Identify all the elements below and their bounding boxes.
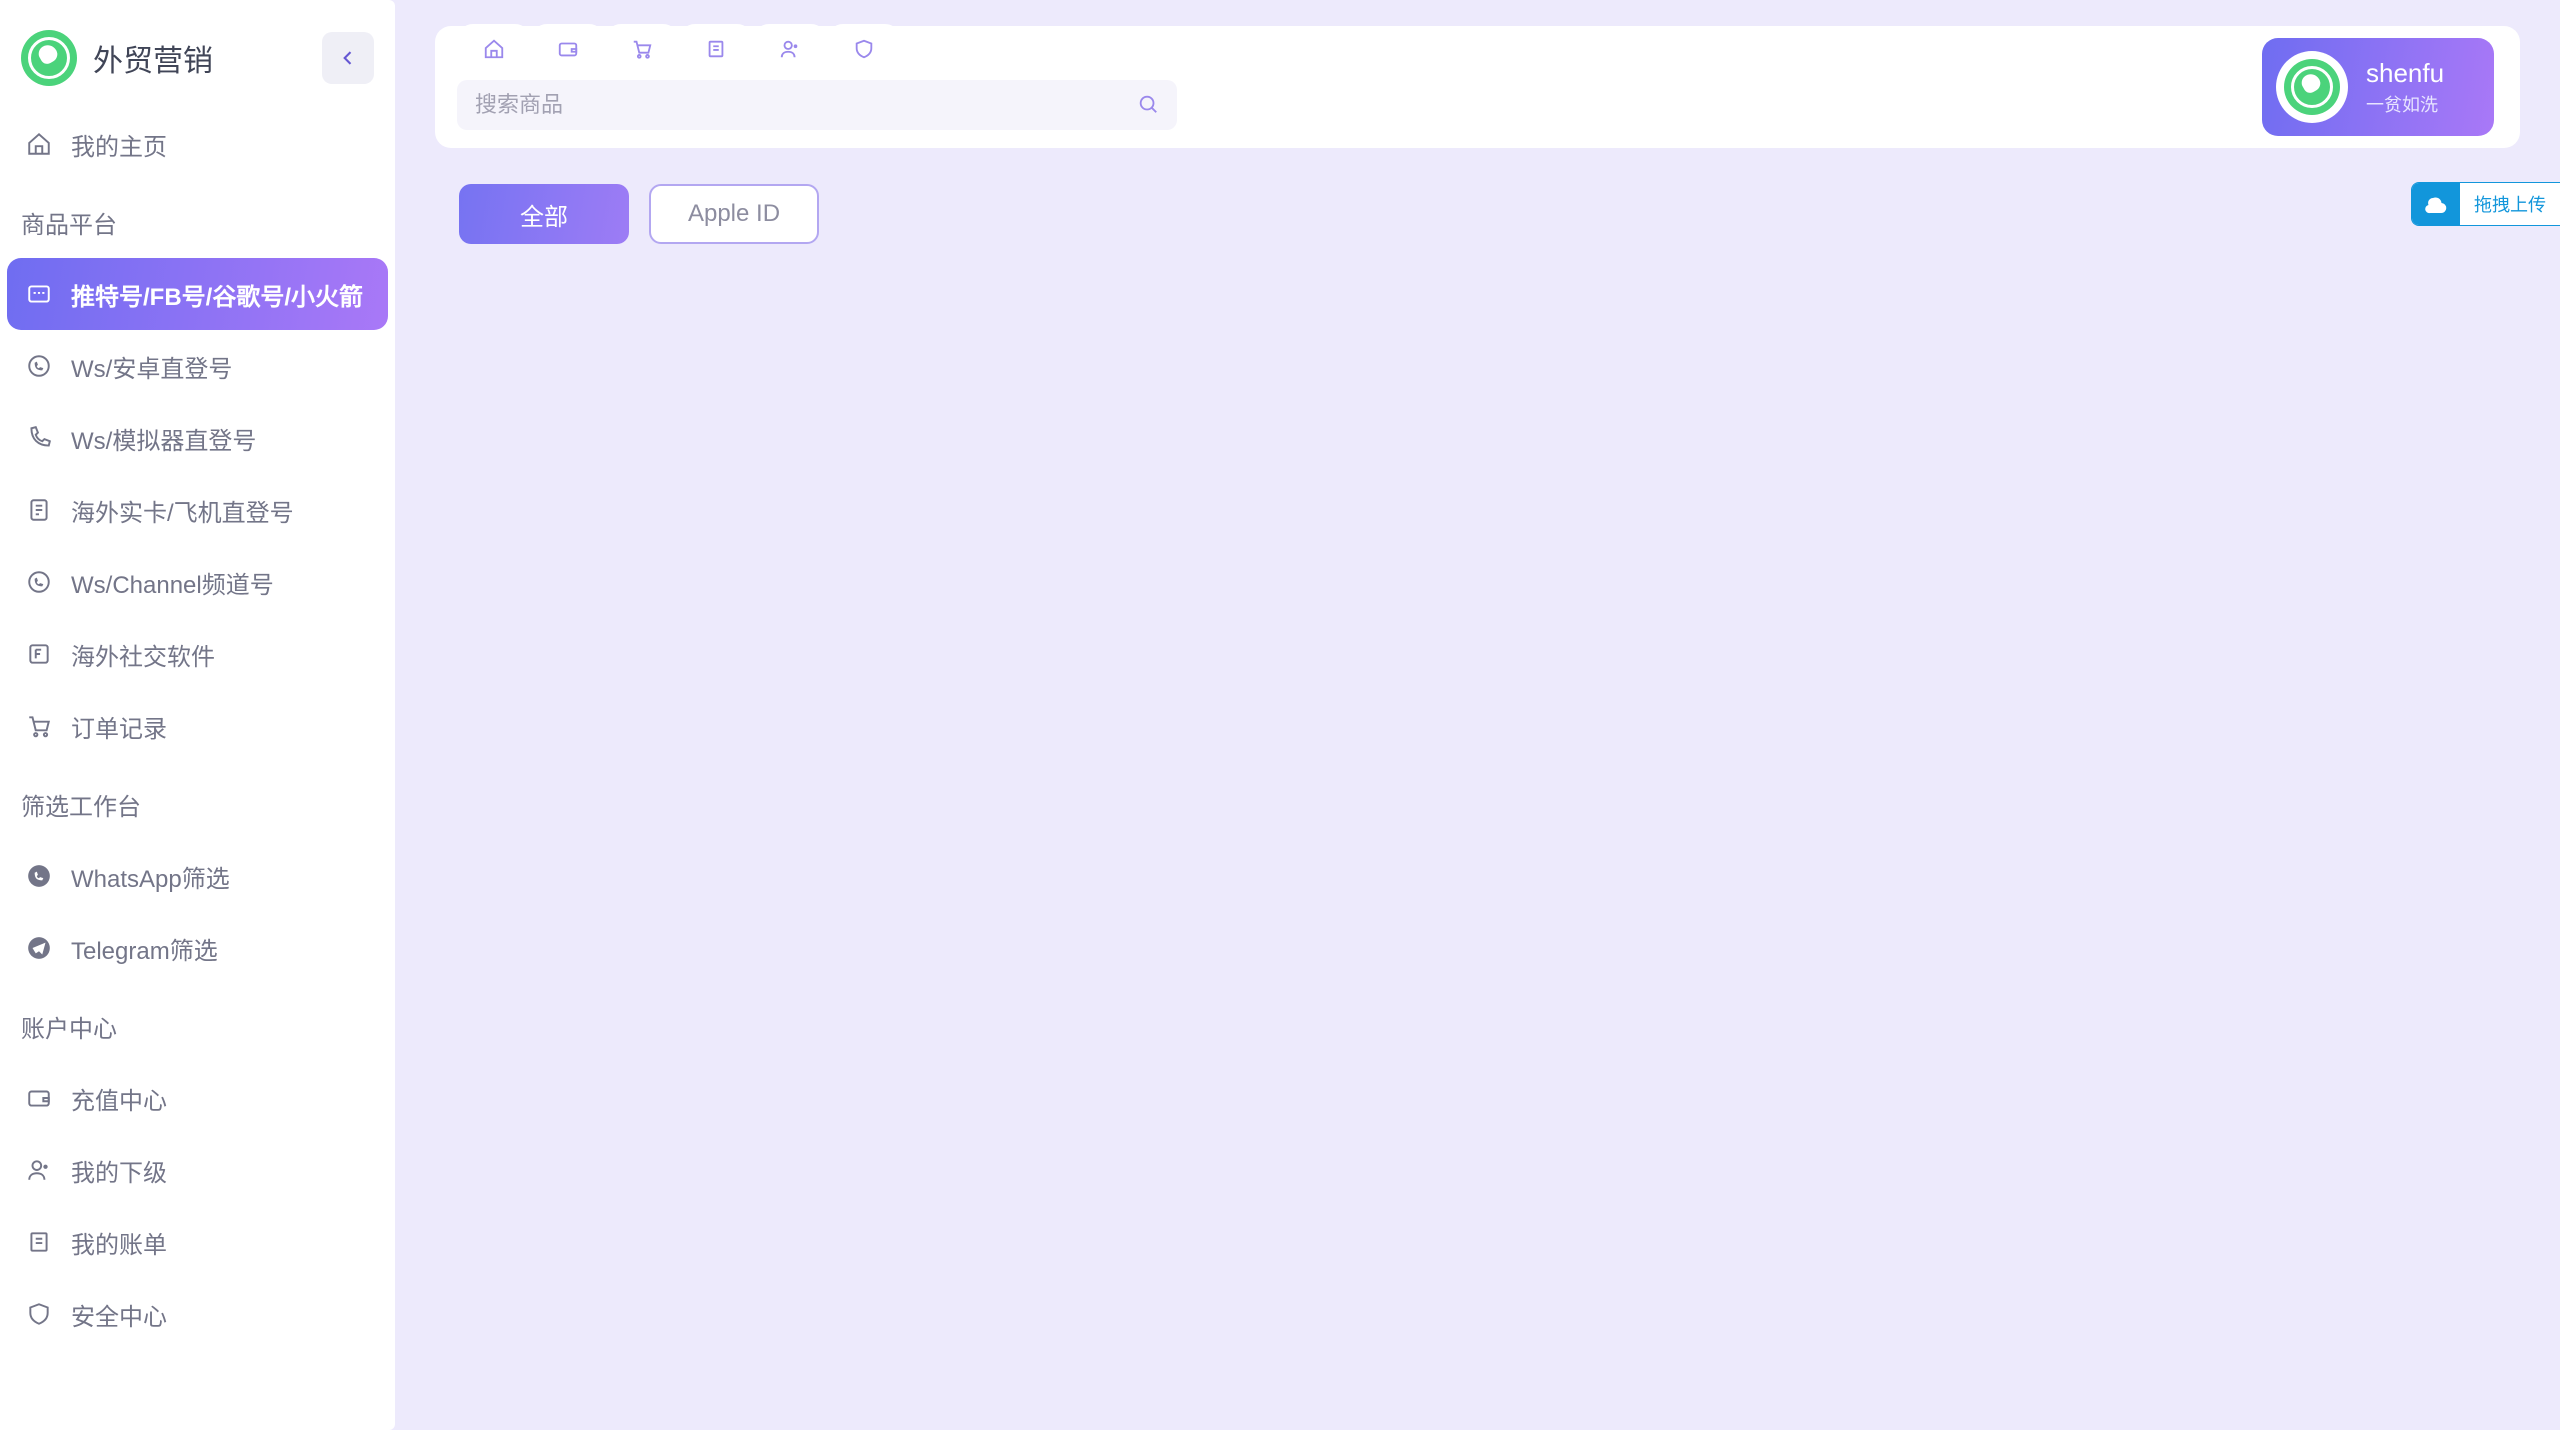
sidebar-item-label: 海外实卡/飞机直登号 [71, 493, 294, 528]
filter-chip[interactable]: 全部 [459, 184, 629, 244]
sidebar-collapse-button[interactable] [322, 32, 374, 84]
sidebar-item-label: Telegram筛选 [71, 931, 218, 966]
topbar: shenfu 一贫如洗 [435, 26, 2520, 148]
top-tab[interactable] [605, 24, 679, 74]
sidebar-header: 外贸营销 [7, 0, 388, 108]
receipt-icon [25, 1228, 53, 1256]
sidebar-item-home[interactable]: 我的主页 [7, 108, 388, 180]
users-icon [25, 1156, 53, 1184]
brand-title: 外贸营销 [93, 36, 306, 80]
user-subtitle: 一贫如洗 [2366, 91, 2444, 117]
cart-icon [25, 712, 53, 740]
brand-logo [21, 30, 77, 86]
sim-icon [25, 496, 53, 524]
whatsapp-icon [25, 352, 53, 380]
user-card[interactable]: shenfu 一贫如洗 [2262, 38, 2494, 136]
avatar [2276, 51, 2348, 123]
top-tab[interactable] [531, 24, 605, 74]
sidebar-item-label: 海外社交软件 [71, 637, 215, 672]
search-box [457, 80, 1177, 130]
chevron-left-icon [338, 48, 358, 68]
sidebar-item[interactable]: 我的下级 [7, 1134, 388, 1206]
sidebar-item[interactable]: 海外社交软件 [7, 618, 388, 690]
sidebar-item-label: WhatsApp筛选 [71, 859, 230, 894]
sidebar-item[interactable]: 海外实卡/飞机直登号 [7, 474, 388, 546]
sidebar-section-filter: 筛选工作台 [7, 762, 388, 840]
home-icon [25, 130, 53, 158]
search-input[interactable] [475, 92, 1137, 118]
wallet-icon [557, 38, 579, 60]
sidebar-item-label: 充值中心 [71, 1081, 167, 1116]
sidebar-section-products: 商品平台 [7, 180, 388, 258]
sidebar-item[interactable]: 推特号/FB号/谷歌号/小火箭 [7, 258, 388, 330]
sidebar-item-label: Ws/模拟器直登号 [71, 421, 256, 456]
main-area: shenfu 一贫如洗 全部 Apple ID [395, 0, 2560, 1430]
sidebar-item-label: 我的主页 [71, 127, 167, 162]
top-tab[interactable] [753, 24, 827, 74]
sidebar-item-label: 订单记录 [71, 709, 167, 744]
sidebar-item-label: 安全中心 [71, 1297, 167, 1332]
sidebar-item[interactable]: Ws/安卓直登号 [7, 330, 388, 402]
sidebar-item-label: Ws/安卓直登号 [71, 349, 232, 384]
shield-icon [25, 1300, 53, 1328]
telegram-icon [25, 934, 53, 962]
sidebar-item-label: 推特号/FB号/谷歌号/小火箭 [71, 277, 363, 312]
cloud-upload-icon [2412, 183, 2460, 225]
filter-row: 全部 Apple ID [435, 148, 2520, 244]
top-tab[interactable] [827, 24, 901, 74]
sidebar-item[interactable]: WhatsApp筛选 [7, 840, 388, 912]
home-icon [483, 38, 505, 60]
wallet-icon [25, 1084, 53, 1112]
phone-icon [25, 424, 53, 452]
shield-icon [853, 38, 875, 60]
receipt-icon [705, 38, 727, 60]
chat-icon [25, 280, 53, 308]
sidebar-item[interactable]: 订单记录 [7, 690, 388, 762]
sidebar-item[interactable]: Telegram筛选 [7, 912, 388, 984]
search-button[interactable] [1137, 93, 1159, 118]
top-tab-strip [457, 24, 901, 74]
upload-label: 拖拽上传 [2460, 191, 2560, 217]
search-icon [1137, 93, 1159, 115]
box-f-icon [25, 640, 53, 668]
users-icon [779, 38, 801, 60]
top-tab[interactable] [457, 24, 531, 74]
user-name: shenfu [2366, 58, 2444, 89]
sidebar-item[interactable]: 我的账单 [7, 1206, 388, 1278]
sidebar-item[interactable]: Ws/模拟器直登号 [7, 402, 388, 474]
sidebar-item[interactable]: 充值中心 [7, 1062, 388, 1134]
whatsapp-icon [25, 568, 53, 596]
sidebar-item[interactable]: Ws/Channel频道号 [7, 546, 388, 618]
filter-chip[interactable]: Apple ID [649, 184, 819, 244]
sidebar: 外贸营销 我的主页 商品平台 推特号/FB号/谷歌号/小火箭 Ws/安卓直登号 Ws… [0, 0, 395, 1430]
sidebar-item-label: 我的账单 [71, 1225, 167, 1260]
sidebar-item[interactable]: 安全中心 [7, 1278, 388, 1350]
drag-upload-tab[interactable]: 拖拽上传 [2411, 182, 2560, 226]
top-tab[interactable] [679, 24, 753, 74]
cart-icon [631, 38, 653, 60]
sidebar-item-label: Ws/Channel频道号 [71, 565, 274, 600]
sidebar-section-account: 账户中心 [7, 984, 388, 1062]
whatsapp-solid-icon [25, 862, 53, 890]
sidebar-item-label: 我的下级 [71, 1153, 167, 1188]
